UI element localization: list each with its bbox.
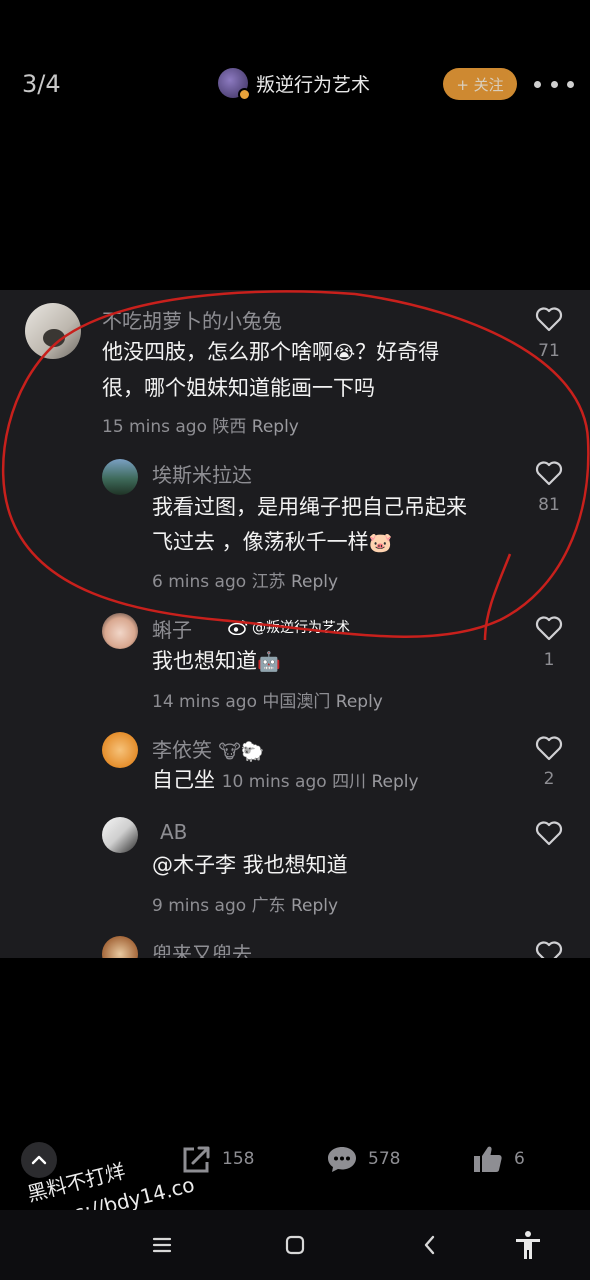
recent-apps-button[interactable] <box>147 1232 177 1258</box>
comment-text-line: 很，哪个姐妹知道能画一下吗 <box>102 375 375 400</box>
comment-text: @木子李 我也想知道 <box>152 853 348 877</box>
sheep-icon: 🐑 <box>240 741 265 763</box>
like-count: 71 <box>538 341 560 361</box>
comment-button[interactable]: 578 <box>326 1144 400 1174</box>
weibo-icon <box>228 620 248 635</box>
page-counter: 3/4 <box>22 70 61 98</box>
comment-meta: 10 mins ago 四川 Reply <box>222 772 419 792</box>
follow-button[interactable]: + 关注 <box>443 68 517 100</box>
accessibility-button[interactable] <box>513 1231 543 1259</box>
comment-screenshot: 不吃胡萝卜的小兔兔 他没四肢，怎么那个啥啊😭？好奇得 很，哪个姐妹知道能画一下吗… <box>0 290 590 958</box>
comment-text-line: ？好奇得 <box>355 340 440 364</box>
reply-button[interactable]: Reply <box>291 896 338 916</box>
comment-text: 我也想知道🤖 <box>152 644 281 680</box>
comment-username[interactable]: AB <box>160 820 187 844</box>
cow-face-icon: 🐮 <box>218 740 241 763</box>
crying-face-icon: 😭 <box>333 341 356 364</box>
reply-button[interactable]: Reply <box>336 692 383 712</box>
heart-icon[interactable] <box>535 615 563 641</box>
comment-meta: 6 mins ago 江苏 Reply <box>152 567 338 592</box>
comment-username[interactable]: 不吃胡萝卜的小兔兔 <box>102 305 282 334</box>
comment-meta: 14 mins ago 中国澳门 Reply <box>152 687 383 712</box>
comment-username[interactable]: 李依笑 🐮🐑 <box>152 734 265 763</box>
author-avatar[interactable] <box>218 68 251 101</box>
reply-button[interactable]: Reply <box>371 772 418 792</box>
comment-location: 江苏 <box>251 572 286 592</box>
back-button[interactable] <box>415 1232 445 1258</box>
like-count: 81 <box>538 495 560 515</box>
more-options-icon[interactable] <box>534 72 574 96</box>
menu-lines-icon <box>152 1237 172 1253</box>
avatar[interactable] <box>102 613 138 649</box>
comment-text: 自己坐 10 mins ago 四川 Reply <box>152 763 419 800</box>
avatar[interactable] <box>102 817 138 853</box>
weibo-watermark: @叛逆行为艺术 <box>228 617 350 637</box>
comment-icon <box>328 1147 356 1172</box>
comment-username[interactable]: 兜来又兜去 <box>152 938 252 958</box>
avatar[interactable] <box>102 459 138 495</box>
comment-time: 14 mins ago <box>152 692 257 712</box>
author-name[interactable]: 叛逆行为艺术 <box>256 70 370 97</box>
accessibility-icon <box>516 1231 540 1259</box>
comment-time: 10 mins ago <box>221 772 327 792</box>
heart-icon[interactable] <box>535 306 563 332</box>
comment-text-line: 我看过图，是用绳子把自己吊起来 <box>152 495 467 519</box>
comment-location: 中国澳门 <box>262 692 331 712</box>
share-button[interactable]: 158 <box>180 1144 254 1174</box>
avatar[interactable] <box>25 303 81 359</box>
comment-text: 他没四肢，怎么那个啥啊😭？好奇得 很，哪个姐妹知道能画一下吗 <box>102 335 439 406</box>
comment-time: 6 mins ago <box>152 572 247 592</box>
share-count: 158 <box>222 1149 255 1169</box>
chevron-up-icon <box>31 1155 47 1165</box>
comment-text: 我看过图，是用绳子把自己吊起来 飞过去 ，像荡秋千一样🐷 <box>152 490 467 561</box>
comment-meta: 9 mins ago 广东 Reply <box>152 891 338 916</box>
top-bar: 3/4 叛逆行为艺术 + 关注 <box>0 0 590 170</box>
comment-location: 广东 <box>251 896 286 916</box>
author-info[interactable]: 叛逆行为艺术 <box>218 68 370 101</box>
reply-button[interactable]: Reply <box>291 572 338 592</box>
thumbs-up-icon <box>474 1146 502 1172</box>
comment-text-line: 自己坐 <box>152 768 215 792</box>
comment-text-line: 我也想知道 <box>152 649 257 673</box>
comment-username-text: 李依笑 <box>152 738 212 762</box>
heart-icon[interactable] <box>535 820 563 846</box>
comment-meta: 15 mins ago 陕西 Reply <box>102 412 299 437</box>
comment-count: 578 <box>368 1149 401 1169</box>
heart-icon[interactable] <box>535 735 563 761</box>
home-button[interactable] <box>280 1232 310 1258</box>
like-count: 2 <box>543 769 555 789</box>
comment-location: 四川 <box>332 772 367 792</box>
avatar[interactable] <box>102 732 138 768</box>
comment-username[interactable]: 蝌子 <box>152 614 192 643</box>
heart-icon[interactable] <box>535 460 563 486</box>
comment-text-line: 他没四肢，怎么那个啥啊 <box>102 340 333 364</box>
like-count: 1 <box>543 650 555 670</box>
chevron-left-icon <box>424 1235 435 1255</box>
like-button[interactable]: 6 <box>472 1144 525 1174</box>
heart-icon[interactable] <box>535 940 563 958</box>
home-square-icon <box>285 1235 305 1255</box>
comment-username[interactable]: 埃斯米拉达 <box>152 459 252 488</box>
robot-face-icon: 🤖 <box>257 650 281 673</box>
comment-time: 9 mins ago <box>152 896 247 916</box>
sunglasses-pig-icon: 🐷 <box>368 531 393 554</box>
watermark-text: @叛逆行为艺术 <box>252 620 350 636</box>
reply-button[interactable]: Reply <box>252 417 299 437</box>
comment-time: 15 mins ago <box>102 417 207 437</box>
comment-text-line: 飞过去 ，像荡秋千一样 <box>152 530 369 554</box>
verified-badge-icon <box>238 88 251 101</box>
like-count-total: 6 <box>514 1149 525 1169</box>
comment-location: 陕西 <box>212 417 247 437</box>
avatar[interactable] <box>102 936 138 958</box>
system-nav-bar <box>0 1210 590 1280</box>
